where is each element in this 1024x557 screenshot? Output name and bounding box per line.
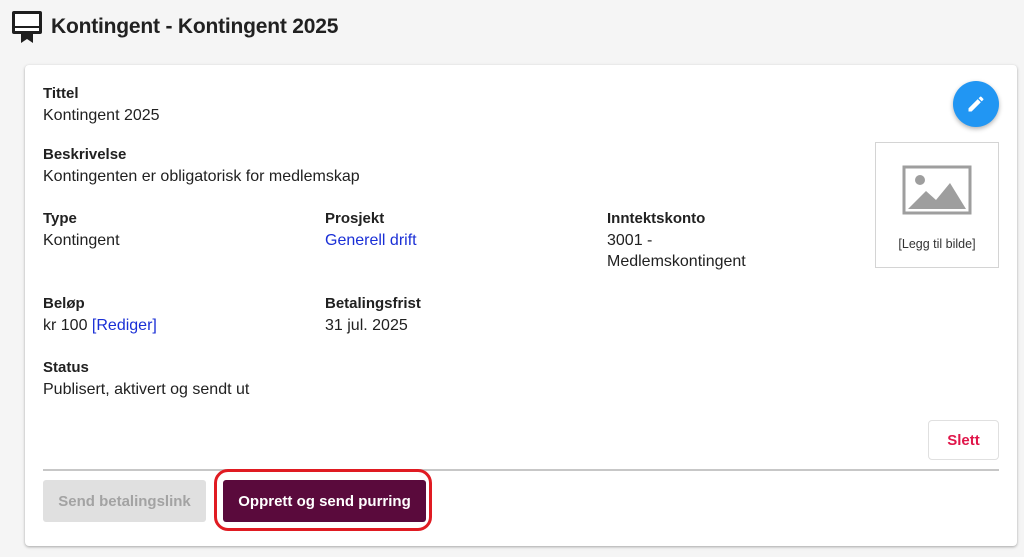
title-field: Tittel Kontingent 2025: [43, 85, 160, 126]
due-date-label: Betalingsfrist: [325, 295, 421, 312]
image-placeholder-icon: [902, 165, 972, 215]
add-image-box[interactable]: [Legg til bilde]: [875, 142, 999, 268]
amount-label: Beløp: [43, 295, 85, 312]
amount-field: Beløp kr 100 [Rediger]: [43, 295, 157, 336]
fee-details-card: Tittel Kontingent 2025 Beskrivelse Konti…: [25, 65, 1017, 546]
edit-button[interactable]: [953, 81, 999, 127]
project-label: Prosjekt: [325, 210, 385, 227]
type-value: Kontingent: [43, 232, 120, 249]
income-account-value: 3001 - Medlemskontingent: [607, 230, 746, 272]
due-date-value: 31 jul. 2025: [325, 317, 408, 334]
pencil-icon: [968, 96, 984, 112]
status-label: Status: [43, 359, 89, 376]
create-send-reminder-button[interactable]: Opprett og send purring: [223, 480, 426, 522]
due-date-field: Betalingsfrist 31 jul. 2025: [325, 295, 421, 336]
amount-value-row: kr 100 [Rediger]: [43, 315, 157, 336]
add-image-caption: [Legg til bilde]: [898, 237, 976, 251]
edit-amount-link[interactable]: [Rediger]: [92, 317, 157, 334]
income-account-name: Medlemskontingent: [607, 253, 746, 270]
title-label: Tittel: [43, 85, 79, 102]
description-field: Beskrivelse Kontingenten er obligatorisk…: [43, 146, 360, 187]
income-account-number: 3001 -: [607, 232, 653, 249]
type-label: Type: [43, 210, 77, 227]
description-label: Beskrivelse: [43, 146, 127, 163]
send-payment-link-button[interactable]: Send betalingslink: [43, 480, 206, 522]
certificate-badge-icon: [12, 11, 42, 43]
type-field: Type Kontingent: [43, 210, 120, 251]
amount-value: kr 100: [43, 317, 88, 334]
delete-button[interactable]: Slett: [928, 420, 999, 460]
page-title: Kontingent - Kontingent 2025: [51, 15, 339, 38]
income-account-field: Inntektskonto 3001 - Medlemskontingent: [607, 210, 746, 272]
status-value: Publisert, aktivert og sendt ut: [43, 381, 250, 398]
description-value: Kontingenten er obligatorisk for medlems…: [43, 168, 360, 185]
status-field: Status Publisert, aktivert og sendt ut: [43, 359, 249, 400]
project-field: Prosjekt Generell drift: [325, 210, 417, 251]
divider: [43, 469, 999, 471]
title-value: Kontingent 2025: [43, 107, 160, 124]
project-link[interactable]: Generell drift: [325, 230, 417, 251]
page-header: Kontingent - Kontingent 2025: [11, 10, 338, 44]
income-account-label: Inntektskonto: [607, 210, 706, 227]
